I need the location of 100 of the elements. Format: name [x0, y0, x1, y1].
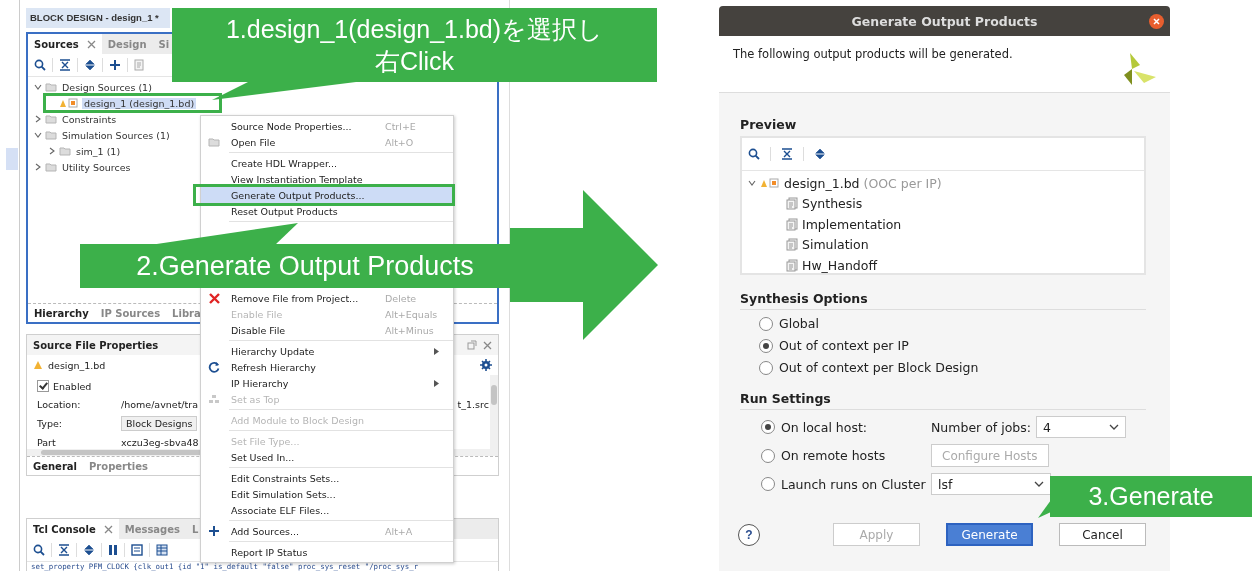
menu-item[interactable]: Remove File from Project... Delete — [201, 290, 453, 306]
editor-title[interactable]: BLOCK DESIGN - design_1 * — [26, 8, 170, 28]
field-label: Part — [37, 437, 57, 448]
tree-item[interactable]: Implementation — [802, 216, 902, 232]
tree-item[interactable]: Constraints — [60, 113, 119, 125]
close-tab-icon[interactable] — [86, 39, 96, 49]
field-value: t_1.src — [457, 399, 489, 410]
field-value: /home/avnet/tra — [121, 399, 199, 410]
tree-item[interactable]: Utility Sources — [60, 161, 133, 173]
dropdown[interactable]: 4 — [1036, 416, 1126, 438]
menu-item[interactable]: Associate ELF Files... — [201, 502, 453, 518]
collapse-all-icon[interactable] — [781, 148, 793, 160]
add-icon[interactable] — [109, 59, 121, 71]
menu-item[interactable]: Open File Alt+O — [201, 134, 453, 150]
tree-item[interactable]: Simulation Sources (1) — [60, 129, 172, 141]
radio-button[interactable] — [761, 420, 775, 434]
radio-label: Out of context per IP — [779, 338, 909, 353]
tree-item[interactable]: Synthesis — [802, 196, 863, 212]
help-button[interactable]: ? — [738, 523, 760, 546]
section-title: Preview — [740, 117, 798, 132]
dialog-title: Generate Output Products — [851, 13, 1038, 29]
menu-item[interactable]: Set Used In... — [201, 449, 453, 465]
refresh-icon — [208, 361, 220, 373]
panel-tab[interactable]: Libra — [172, 307, 201, 319]
expand-all-icon[interactable] — [84, 59, 96, 71]
file-icon — [786, 197, 798, 211]
folder-icon — [59, 146, 71, 156]
expand-all-icon[interactable] — [814, 148, 826, 160]
menu-item[interactable]: Add Sources... Alt+A — [201, 523, 453, 539]
radio-label: Out of context per Block Design — [779, 360, 979, 375]
panel-tab[interactable]: Properties — [89, 460, 148, 472]
search-icon[interactable] — [34, 59, 46, 71]
tree-item[interactable]: sim_1 (1) — [74, 145, 123, 157]
section-title: Synthesis Options — [740, 291, 1146, 310]
folder-icon — [45, 82, 57, 92]
dialog-button[interactable]: Generate — [946, 523, 1033, 546]
add-icon — [208, 525, 220, 537]
float-icon — [467, 340, 477, 350]
tree-item-note: (OOC per IP) — [863, 175, 942, 191]
collapse-all-icon[interactable] — [58, 544, 70, 556]
table-icon[interactable] — [156, 544, 168, 556]
menu-item[interactable]: Create HDL Wrapper... — [201, 155, 453, 171]
radio-button[interactable] — [759, 360, 773, 375]
radio-button[interactable] — [761, 477, 775, 491]
menu-item[interactable]: Edit Constraints Sets... — [201, 470, 453, 486]
settings-icon[interactable] — [480, 359, 492, 371]
menu-item[interactable]: Generate Output Products... — [201, 187, 453, 203]
search-icon[interactable] — [33, 544, 45, 556]
tree-item[interactable]: Design Sources (1) — [60, 81, 154, 93]
chevron-down-icon — [1034, 480, 1044, 488]
menu-item[interactable]: Reset Output Products — [201, 203, 453, 219]
panel-title: Source File Properties — [33, 339, 159, 351]
search-icon[interactable] — [748, 148, 760, 160]
close-icon — [483, 340, 492, 350]
panel-tab[interactable]: Hierarchy — [34, 307, 89, 319]
menu-item[interactable]: Hierarchy Update — [201, 343, 453, 359]
dropdown[interactable]: lsf — [931, 473, 1051, 495]
close-tab-icon[interactable] — [103, 524, 113, 534]
panel-tab[interactable]: IP Sources — [100, 307, 161, 319]
menu-item[interactable]: Report IP Status — [201, 544, 453, 560]
tree-item[interactable]: design_1 (design_1.bd) — [82, 97, 197, 109]
panel-tab[interactable]: General — [33, 460, 77, 472]
radio-label: On remote hosts — [781, 448, 886, 463]
vertical-scrollbar[interactable] — [490, 375, 498, 449]
menu-item[interactable]: Edit Simulation Sets... — [201, 486, 453, 502]
menu-item[interactable]: IP Hierarchy — [201, 375, 453, 391]
menu-item[interactable]: Source Node Properties... Ctrl+E — [201, 118, 453, 134]
dialog-button[interactable]: Cancel — [1059, 523, 1146, 546]
chevron-down-icon — [1109, 423, 1119, 431]
logo-icon — [1122, 53, 1156, 85]
hierarchy-icon — [208, 394, 220, 404]
tree-item[interactable]: Hw_Handoff — [802, 257, 878, 273]
expand-all-icon[interactable] — [83, 544, 95, 556]
file-icon — [786, 217, 798, 231]
field-label: Number of jobs: — [931, 419, 1031, 435]
menu-item[interactable]: View Instantiation Template — [201, 171, 453, 187]
radio-button[interactable] — [759, 338, 773, 353]
folder-icon — [45, 162, 57, 172]
close-icon — [1149, 14, 1164, 29]
collapse-all-icon[interactable] — [59, 59, 71, 71]
radio-label: Launch runs on Cluster — [781, 476, 926, 492]
pause-icon[interactable] — [108, 544, 118, 556]
dialog-message: The following output products will be generated. — [733, 47, 1013, 63]
menu-item[interactable]: Refresh Hierarchy — [201, 359, 453, 375]
copy-icon[interactable] — [131, 544, 143, 556]
checkbox[interactable] — [37, 380, 49, 392]
field-value: xczu3eg-sbva48 — [121, 437, 199, 448]
tree-item[interactable]: design_1.bd — [784, 175, 860, 191]
block-design-icon — [760, 177, 780, 190]
folder-icon — [208, 137, 220, 147]
folder-icon — [45, 114, 57, 124]
tree-item[interactable]: Simulation — [802, 237, 869, 253]
field-label: Type: — [37, 418, 64, 429]
section-title: Run Settings — [740, 391, 1146, 410]
radio-label: Global — [779, 316, 819, 331]
radio-button[interactable] — [761, 448, 775, 463]
radio-button[interactable] — [759, 316, 773, 331]
type-dropdown[interactable]: Block Designs — [121, 416, 198, 431]
radio-label: On local host: — [781, 419, 868, 435]
menu-item[interactable]: Disable File Alt+Minus — [201, 322, 453, 338]
